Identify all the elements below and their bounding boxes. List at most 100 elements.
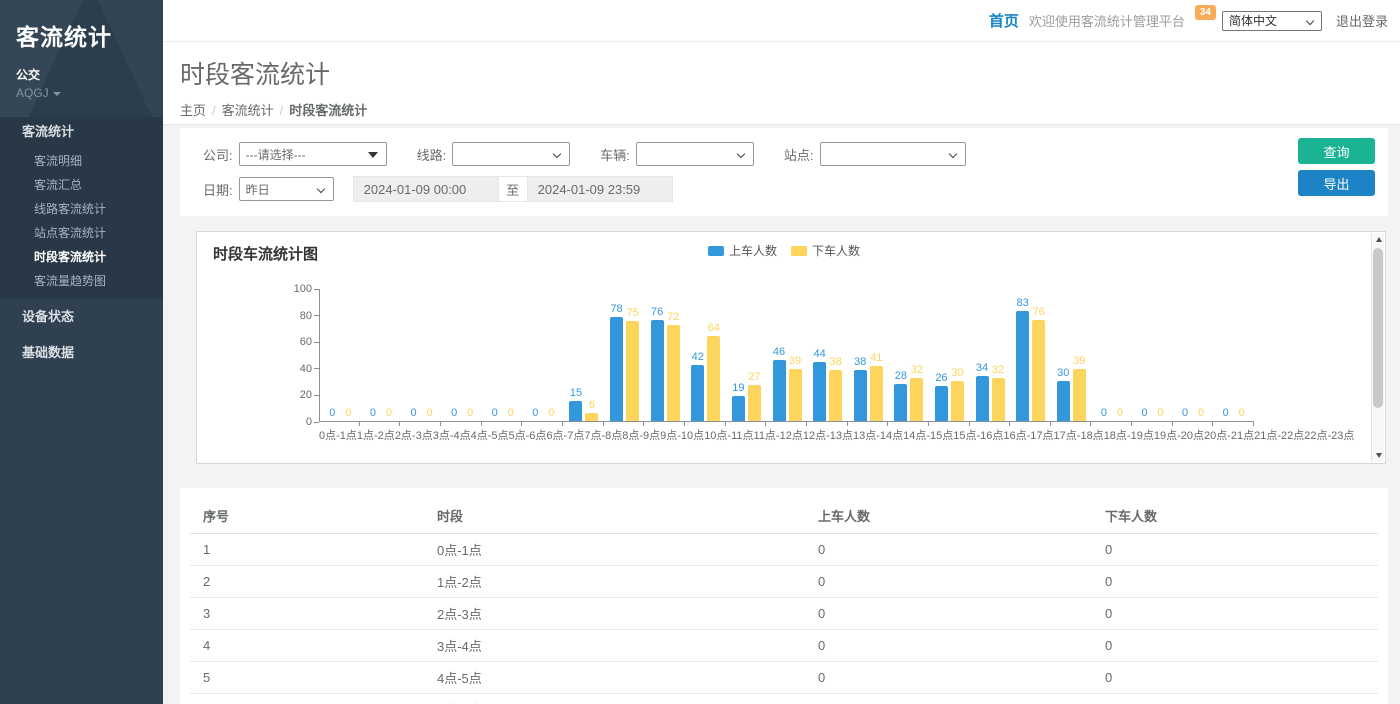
- sidebar-item-base-data[interactable]: 基础数据: [0, 335, 163, 371]
- content: 公司: ---请选择--- 线路: 车辆: 站点: 日期: 昨日 2024-01…: [163, 125, 1400, 703]
- bar-group: 7672: [645, 289, 686, 421]
- brand-area: 客流统计 公交 AQGJ: [0, 0, 163, 117]
- bar-value-label: 0: [508, 407, 514, 419]
- x-axis-label: 9点-10点: [660, 427, 704, 443]
- x-axis-label: 2点-3点: [395, 427, 433, 443]
- main-area: 首页 欢迎使用客流统计管理平台 34 简体中文 退出登录 时段客流统计 主页/客…: [163, 0, 1400, 704]
- bar-value-label: 41: [870, 352, 882, 364]
- bar-value-label: 38: [854, 356, 866, 368]
- bar-group: 00: [442, 289, 483, 421]
- sidebar-item-passenger-stats[interactable]: 客流统计: [0, 117, 163, 147]
- bar-value-label: 75: [626, 307, 638, 319]
- sidebar-item-period-stats[interactable]: 时段客流统计: [0, 245, 163, 269]
- language-select[interactable]: 简体中文: [1222, 11, 1322, 31]
- bar: [992, 378, 1005, 421]
- x-axis-label: 17点-18点: [1054, 427, 1104, 443]
- station-select[interactable]: [820, 142, 966, 166]
- sidebar-item-station-stats[interactable]: 站点客流统计: [0, 221, 163, 245]
- scroll-up-icon[interactable]: [1372, 233, 1385, 246]
- export-button[interactable]: 导出: [1298, 170, 1375, 196]
- bar-group: 38 41: [848, 289, 889, 421]
- bar: [894, 384, 907, 421]
- table-row: 21点-2点00: [190, 566, 1378, 598]
- breadcrumb: 主页/客流统计/时段客流统计: [180, 100, 1400, 119]
- x-axis-label: 20点-21点: [1204, 427, 1254, 443]
- home-link[interactable]: 首页: [989, 10, 1019, 31]
- sidebar-item-passenger-detail[interactable]: 客流明细: [0, 149, 163, 173]
- sidebar-item-trend-chart[interactable]: 客流量趋势图: [0, 269, 163, 293]
- bar-value-label: 0: [1101, 407, 1107, 419]
- vehicle-select[interactable]: [636, 142, 754, 166]
- legend-item[interactable]: 上车人数: [708, 242, 777, 259]
- breadcrumb-section[interactable]: 客流统计: [222, 103, 274, 118]
- bar: [935, 386, 948, 421]
- line-select[interactable]: [452, 142, 570, 166]
- bar-value-label: 0: [426, 407, 432, 419]
- bar-value-label: 44: [813, 348, 825, 360]
- bar-group: 00: [1173, 289, 1214, 421]
- scroll-down-icon[interactable]: [1372, 449, 1385, 462]
- bar-value-label: 19: [732, 382, 744, 394]
- bar: [813, 362, 826, 421]
- x-axis-label: 13点-14点: [853, 427, 903, 443]
- bar-group: 3432: [970, 289, 1011, 421]
- legend-swatch-icon: [708, 246, 724, 256]
- header-alighting: 下车人数: [1092, 498, 1378, 534]
- header-seq: 序号: [190, 498, 424, 534]
- org-code-dropdown[interactable]: AQGJ: [16, 86, 163, 100]
- company-select[interactable]: ---请选择---: [239, 142, 387, 166]
- x-axis-label: 5点-6点: [509, 427, 547, 443]
- chart-panel: 时段车流统计图 上车人数下车人数 020406080100 0000000000…: [196, 231, 1386, 464]
- date-from-input[interactable]: 2024-01-09 00:00: [353, 176, 499, 202]
- logout-link[interactable]: 退出登录: [1336, 11, 1388, 30]
- bar-value-label: 39: [789, 355, 801, 367]
- breadcrumb-home[interactable]: 主页: [180, 103, 206, 118]
- table-row: 10点-1点00: [190, 534, 1378, 566]
- breadcrumb-current: 时段客流统计: [289, 103, 367, 118]
- bar-value-label: 27: [748, 371, 760, 383]
- x-axis-label: 12点-13点: [803, 427, 853, 443]
- topbar: 首页 欢迎使用客流统计管理平台 34 简体中文 退出登录: [163, 0, 1400, 42]
- bar-group: 3039: [1051, 289, 1092, 421]
- date-to-input[interactable]: 2024-01-09 23:59: [527, 176, 673, 202]
- chart-x-labels: 0点-1点1点-2点2点-3点3点-4点4点-5点5点-6点6点-7点7点-8点…: [319, 427, 1254, 443]
- sidebar-item-line-stats[interactable]: 线路客流统计: [0, 197, 163, 221]
- bar-group: 00: [1092, 289, 1133, 421]
- header-period: 时段: [424, 498, 805, 534]
- bar-group: 8376: [1010, 289, 1051, 421]
- legend-item[interactable]: 下车人数: [791, 242, 860, 259]
- scrollbar-thumb[interactable]: [1373, 248, 1383, 408]
- sidebar-item-device-status[interactable]: 设备状态: [0, 299, 163, 335]
- bar-value-label: 0: [1223, 407, 1229, 419]
- period-table: 序号 时段 上车人数 下车人数 10点-1点0021点-2点0032点-3点00…: [190, 498, 1378, 704]
- bar-group: 00: [1132, 289, 1173, 421]
- x-axis-label: 22点-23点: [1304, 427, 1354, 443]
- bar-value-label: 0: [1141, 407, 1147, 419]
- query-button[interactable]: 查询: [1298, 138, 1375, 164]
- bar: [748, 385, 761, 421]
- bar: [789, 369, 802, 421]
- bar-value-label: 0: [532, 407, 538, 419]
- x-axis-label: 21点-22点: [1254, 427, 1304, 443]
- bar: [707, 336, 720, 421]
- date-preset-select[interactable]: 昨日: [239, 177, 334, 201]
- bar-group: 00: [401, 289, 442, 421]
- bar-group: 00: [482, 289, 523, 421]
- chart-legend: 上车人数下车人数: [197, 242, 1371, 259]
- bar-value-label: 0: [548, 407, 554, 419]
- sidebar-item-passenger-summary[interactable]: 客流汇总: [0, 173, 163, 197]
- vehicle-label: 车辆:: [600, 145, 630, 164]
- bar-value-label: 38: [829, 356, 841, 368]
- chart-vertical-scrollbar[interactable]: [1371, 233, 1384, 462]
- chevron-down-icon: [316, 185, 324, 193]
- header-boarding: 上车人数: [805, 498, 1092, 534]
- bar-value-label: 0: [329, 407, 335, 419]
- bar: [1016, 311, 1029, 421]
- bar-group: 1927: [726, 289, 767, 421]
- bar-group: 00: [1213, 289, 1254, 421]
- page-heading: 时段客流统计 主页/客流统计/时段客流统计: [163, 42, 1400, 125]
- y-axis-tick: 20: [300, 389, 319, 401]
- triangle-down-icon: [368, 152, 378, 158]
- y-axis-tick: 80: [300, 310, 319, 322]
- bar-value-label: 32: [992, 364, 1004, 376]
